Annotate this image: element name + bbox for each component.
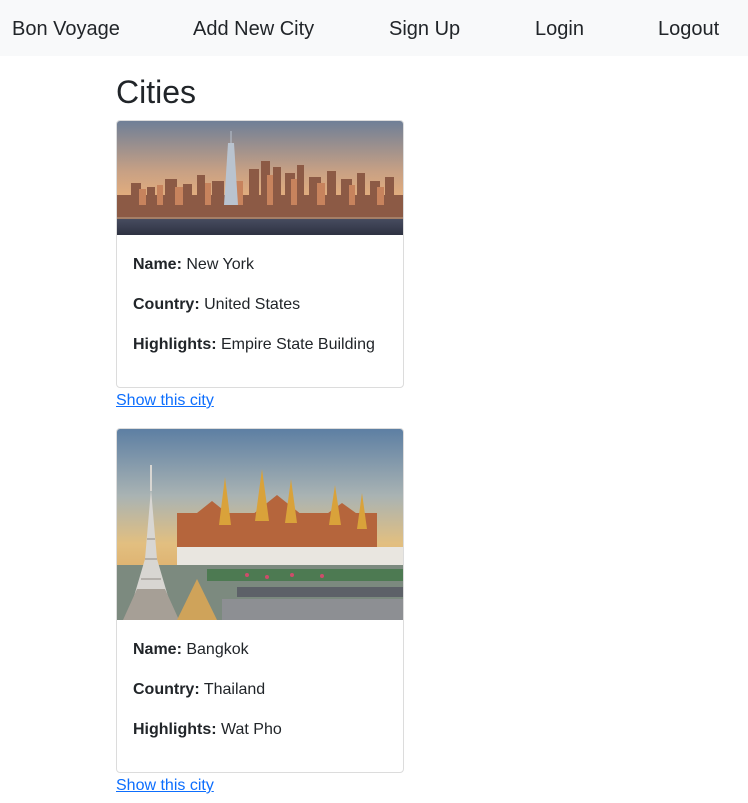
nav-sign-up[interactable]: Sign Up bbox=[389, 16, 460, 42]
city-name: Name: New York bbox=[133, 256, 254, 273]
nav-logout[interactable]: Logout bbox=[658, 16, 719, 42]
city-name: Name: Bangkok bbox=[133, 641, 249, 658]
brand-link[interactable]: Bon Voyage bbox=[12, 16, 120, 42]
nav-add-new-city[interactable]: Add New City bbox=[193, 16, 314, 42]
nav-login[interactable]: Login bbox=[535, 16, 584, 42]
new-york-skyline-image bbox=[117, 121, 403, 235]
city-card-new-york: Name: New York Country: United States Hi… bbox=[116, 120, 404, 388]
city-card-bangkok: Name: Bangkok Country: Thailand Highligh… bbox=[116, 428, 404, 773]
show-city-link-new-york[interactable]: Show this city bbox=[116, 391, 214, 411]
navbar: Bon Voyage Add New City Sign Up Login Lo… bbox=[0, 0, 748, 56]
city-highlights: Highlights: Wat Pho bbox=[133, 721, 282, 738]
city-highlights: Highlights: Empire State Building bbox=[133, 336, 375, 353]
show-city-link-bangkok[interactable]: Show this city bbox=[116, 776, 214, 796]
city-country: Country: United States bbox=[133, 296, 301, 313]
city-country: Country: Thailand bbox=[133, 681, 266, 698]
bangkok-temple-image bbox=[117, 429, 403, 620]
page-title: Cities bbox=[116, 74, 197, 110]
